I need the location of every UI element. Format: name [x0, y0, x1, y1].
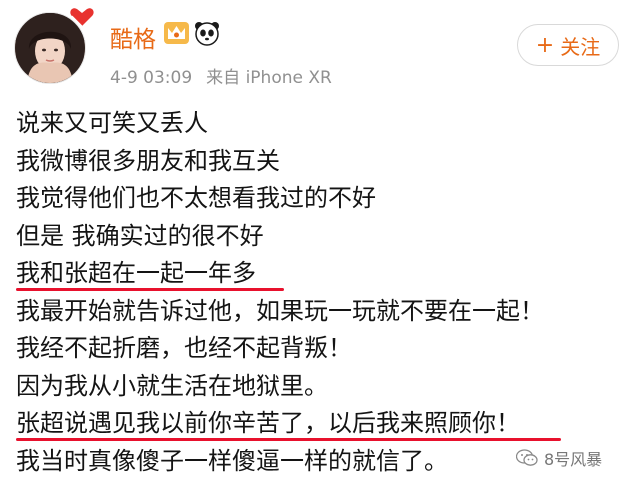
crown-vip-icon[interactable] [163, 20, 190, 50]
plus-icon: + [535, 32, 555, 58]
post-meta: 4-9 03:09 来自 iPhone XR [110, 63, 332, 88]
post-line: 我觉得他们也不太想看我过的不好 [16, 180, 636, 218]
post-line-highlighted: 我和张超在一起一年多 [16, 255, 636, 293]
post-line-text: 我经不起折磨，也经不起背叛！ [16, 334, 352, 362]
heart-badge-icon [68, 6, 96, 32]
panda-icon[interactable] [194, 20, 220, 50]
watermark: 8号风暴 [516, 446, 602, 470]
post-line: 说来又可笑又丢人 [16, 105, 636, 143]
avatar[interactable] [14, 8, 94, 84]
post-line-text: 我觉得他们也不太想看我过的不好 [16, 184, 376, 212]
post-line-highlighted: 张超说遇见我以前你辛苦了，以后我来照顾你！ [16, 405, 636, 443]
follow-button[interactable]: + 关注 [517, 24, 619, 66]
watermark-text: 8号风暴 [544, 450, 603, 469]
post-line-text: 但是 我确实过的很不好 [16, 221, 264, 250]
follow-label: 关注 [560, 34, 601, 59]
post-header: 酷格 4-9 03:09 来自 iPhone XR + 关注 [0, 0, 640, 100]
post-line: 我最开始就告诉过他，如果玩一玩就不要在一起！ [16, 293, 636, 331]
post-line: 因为我从小就生活在地狱里。 [16, 368, 636, 406]
post-line: 我微博很多朋友和我互关 [16, 143, 636, 181]
post-line-text: 因为我从小就生活在地狱里。 [16, 371, 328, 400]
post-source[interactable]: 来自 iPhone XR [206, 68, 332, 88]
post-line-text: 张超说遇见我以前你辛苦了，以后我来照顾你！ [16, 409, 520, 437]
red-underline [16, 437, 561, 441]
wechat-icon [516, 449, 538, 466]
post-timestamp: 4-9 03:09 [110, 68, 193, 88]
post-line-text: 我最开始就告诉过他，如果玩一玩就不要在一起！ [16, 296, 544, 325]
username[interactable]: 酷格 [110, 20, 156, 54]
post-line: 但是 我确实过的很不好 [16, 218, 636, 256]
post-line-text: 说来又可笑又丢人 [16, 109, 208, 137]
post-line-text: 我当时真像傻子一样傻逼一样的就信了。 [16, 446, 448, 475]
post-line-text: 我和张超在一起一年多 [16, 259, 256, 287]
post-content: 说来又可笑又丢人 我微博很多朋友和我互关 我觉得他们也不太想看我过的不好 但是 … [16, 105, 636, 480]
red-underline [16, 287, 284, 291]
post-line: 我经不起折磨，也经不起背叛！ [16, 330, 636, 368]
post-line-text: 我微博很多朋友和我互关 [16, 146, 280, 175]
